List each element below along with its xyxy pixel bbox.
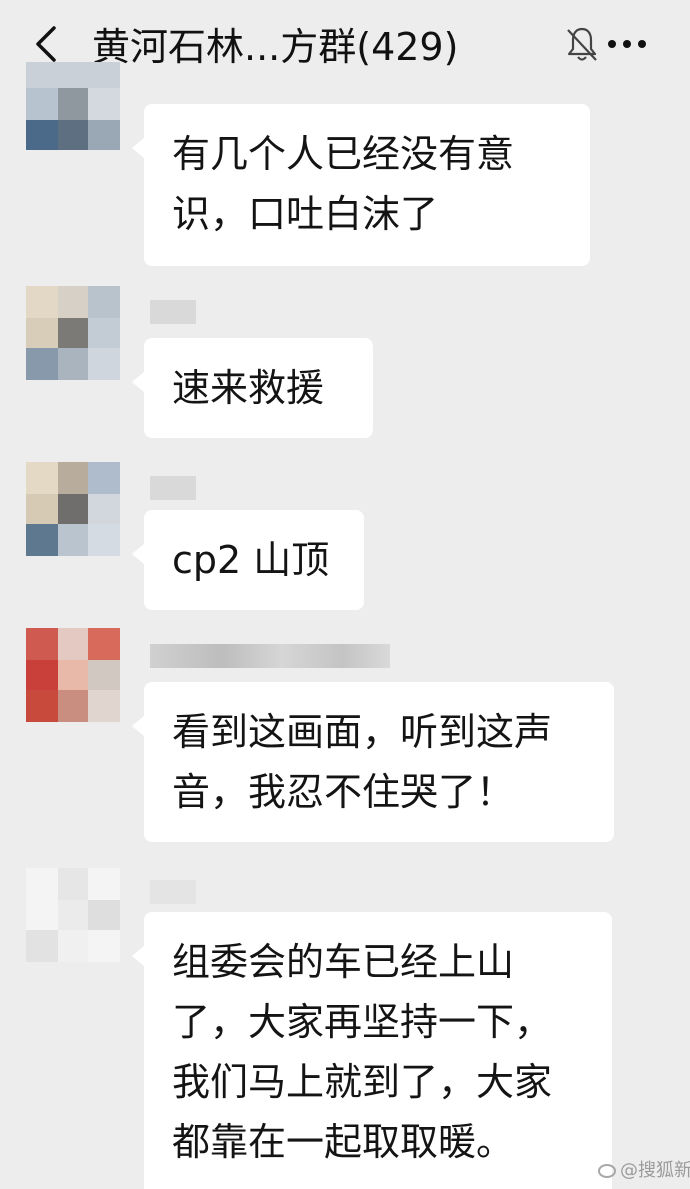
- watermark: @搜狐新闻: [598, 1156, 690, 1182]
- sender-name-blurred: [150, 476, 196, 500]
- message-text: 了，大家再坚持一下，: [172, 1000, 553, 1044]
- chevron-left-icon[interactable]: [26, 20, 66, 68]
- watermark-text: @搜狐新闻: [620, 1160, 690, 1181]
- message-text: 速来救援: [172, 366, 325, 410]
- avatar[interactable]: [26, 62, 120, 150]
- sender-name-blurred: [150, 300, 196, 324]
- message-text: 识，口吐白沫了: [172, 192, 439, 236]
- message-text: 音，我忍不住哭了！: [172, 770, 515, 814]
- weibo-icon: [598, 1164, 616, 1178]
- message-text: 有几个人已经没有意: [172, 132, 515, 176]
- sender-name-blurred: [150, 644, 390, 668]
- sender-name-blurred: [150, 880, 196, 904]
- message-bubble[interactable]: 有几个人已经没有意 识，口吐白沫了: [132, 104, 590, 266]
- more-dots-icon[interactable]: [604, 22, 650, 66]
- avatar[interactable]: [26, 286, 120, 380]
- avatar[interactable]: [26, 462, 120, 556]
- message-text: 看到这画面，听到这声: [172, 710, 553, 754]
- avatar[interactable]: [26, 868, 120, 962]
- message-text: cp2 山顶: [172, 538, 330, 582]
- message-bubble[interactable]: 看到这画面，听到这声 音，我忍不住哭了！: [132, 682, 614, 842]
- avatar[interactable]: [26, 628, 120, 722]
- message-bubble[interactable]: 速来救援: [132, 338, 373, 438]
- bell-muted-icon: [567, 27, 597, 61]
- message-bubble[interactable]: cp2 山顶: [132, 510, 364, 610]
- message-text: 我们马上就到了，大家: [172, 1060, 553, 1104]
- chat-title: 黄河石林...方群(429): [92, 25, 459, 69]
- message-text: 组委会的车已经上山: [172, 940, 515, 984]
- message-text: 都靠在一起取取暖。: [172, 1120, 515, 1164]
- message-bubble[interactable]: 组委会的车已经上山 了，大家再坚持一下， 我们马上就到了，大家 都靠在一起取取暖…: [132, 912, 612, 1189]
